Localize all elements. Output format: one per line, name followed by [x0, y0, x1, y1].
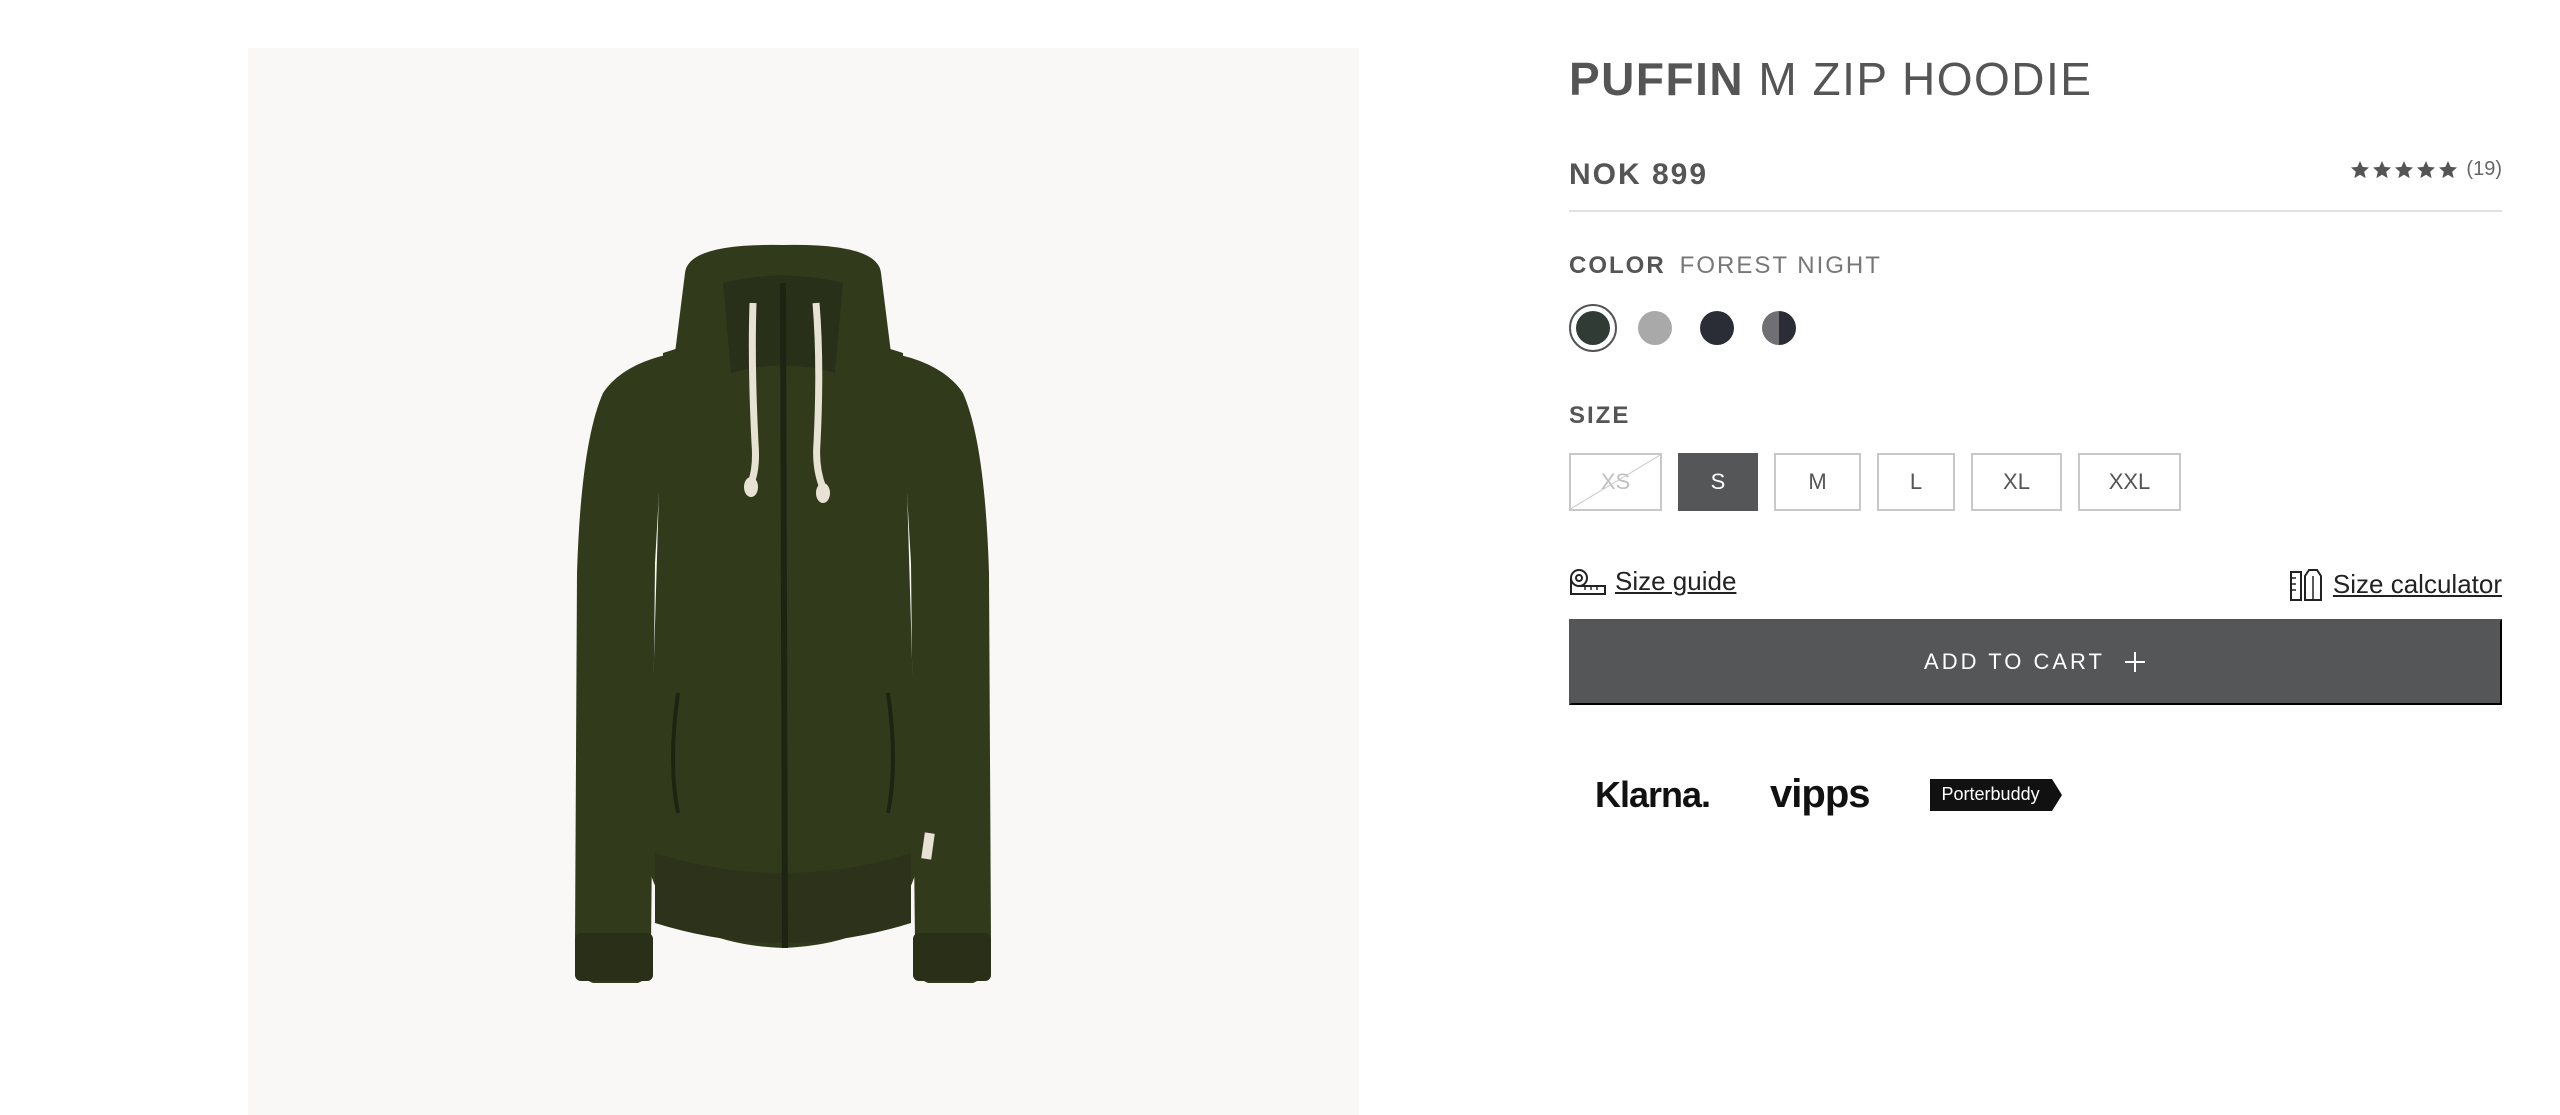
size-guide-label: Size guide	[1615, 566, 1737, 596]
porterbuddy-label: Porterbuddy	[1929, 778, 2052, 811]
size-option-xl[interactable]: XL	[1971, 453, 2062, 511]
rating-count: (19)	[2466, 158, 2502, 180]
size-option-xs[interactable]: XS	[1569, 453, 1662, 511]
product-rating[interactable]: (19)	[2350, 158, 2502, 181]
star-icon	[2373, 160, 2392, 178]
star-icon	[2417, 160, 2436, 178]
size-calculator-link[interactable]: Size calculator	[2289, 566, 2502, 602]
vipps-logo: vipps	[1770, 772, 1870, 816]
product-model: M ZIP HOODIE	[1758, 53, 2093, 105]
measuring-tape-icon	[1570, 568, 1606, 595]
selected-color-name: FOREST NIGHT	[1679, 252, 1882, 279]
porterbuddy-logo: Porterbuddy	[1929, 778, 2062, 811]
rating-stars	[2350, 160, 2458, 180]
swatch-fill	[1762, 311, 1796, 345]
size-label: SIZE	[1569, 402, 1631, 429]
color-swatches	[1569, 304, 1803, 352]
color-swatch-two-tone[interactable]	[1755, 304, 1803, 352]
swatch-fill	[1638, 311, 1672, 345]
product-image[interactable]	[573, 243, 1033, 1013]
add-to-cart-button[interactable]: ADD TO CART	[1569, 619, 2502, 705]
color-swatch-forest-night[interactable]	[1569, 304, 1617, 352]
size-guide-link[interactable]: Size guide	[1569, 566, 1736, 597]
size-option-l[interactable]: L	[1877, 453, 1955, 511]
size-option-s[interactable]: S	[1678, 453, 1758, 511]
star-icon	[2395, 160, 2414, 178]
size-links: Size guide Size calculator	[1569, 566, 2502, 606]
swatch-fill	[1576, 311, 1610, 345]
size-calculator-label: Size calculator	[2332, 568, 2502, 599]
star-icon	[2439, 160, 2458, 178]
product-image-gallery	[248, 48, 1359, 1115]
size-calculator-icon	[2289, 569, 2322, 601]
swatch-fill	[1700, 311, 1734, 345]
color-swatch-navy[interactable]	[1693, 304, 1741, 352]
payment-options: Klarna. vipps Porterbuddy	[1595, 772, 2062, 817]
star-icon	[2351, 160, 2370, 178]
size-option-m[interactable]: M	[1774, 453, 1861, 511]
color-swatch-grey[interactable]	[1631, 304, 1679, 352]
porterbuddy-tip	[2051, 778, 2062, 811]
add-to-cart-label: ADD TO CART	[1924, 649, 2105, 674]
color-label: COLOR	[1569, 252, 1666, 279]
size-option-xxl[interactable]: XXL	[2078, 453, 2181, 511]
klarna-logo: Klarna.	[1595, 773, 1711, 815]
color-heading: COLOR FOREST NIGHT	[1569, 252, 1882, 280]
product-title: PUFFIN M ZIP HOODIE	[1569, 52, 2092, 106]
size-selector: XS S M L XL XXL	[1569, 453, 2181, 511]
product-brand: PUFFIN	[1569, 53, 1745, 105]
plus-icon	[2124, 652, 2145, 672]
divider	[1569, 210, 2502, 212]
product-price: NOK 899	[1569, 158, 1709, 191]
